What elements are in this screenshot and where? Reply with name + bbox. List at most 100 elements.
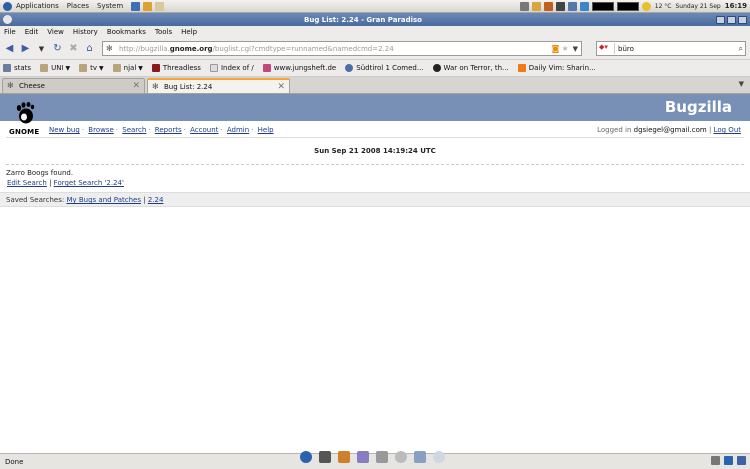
menu-view[interactable]: View: [47, 28, 64, 36]
nav-admin[interactable]: Admin: [227, 126, 249, 134]
search-tool-icon[interactable]: [395, 451, 407, 463]
nav-browse[interactable]: Browse: [88, 126, 114, 134]
places-menu[interactable]: Places: [67, 2, 89, 10]
bugzilla-title[interactable]: Bugzilla: [665, 98, 732, 116]
tab-bug-list[interactable]: ✻ Bug List: 2.24 ✕: [147, 78, 290, 93]
skype-icon[interactable]: [724, 456, 733, 465]
bookmark-folder-uni[interactable]: UNI ▼: [40, 64, 70, 72]
nav-new-bug[interactable]: New bug: [49, 126, 80, 134]
forget-search-link[interactable]: Forget Search '2.24': [54, 179, 124, 187]
folder-icon: [40, 64, 49, 72]
gnome-foot-icon: [16, 102, 35, 124]
bookmark-suedtirol[interactable]: Südtirol 1 Comed...: [345, 64, 424, 72]
tools-status-icon[interactable]: [711, 456, 720, 465]
search-icon[interactable]: ⌕: [739, 44, 743, 54]
bookmark-daily-vim[interactable]: Daily Vim: Sharin...: [517, 64, 596, 72]
bookmark-star-icon[interactable]: ★: [561, 44, 568, 53]
edit-search-link[interactable]: Edit Search: [7, 179, 47, 187]
date-label[interactable]: Sunday 21 Sep: [675, 3, 720, 10]
folder-launcher-icon[interactable]: [143, 1, 153, 11]
system-menu[interactable]: System: [97, 2, 123, 10]
wifi-icon[interactable]: [579, 1, 589, 11]
menu-history[interactable]: History: [73, 28, 98, 36]
menu-bookmarks[interactable]: Bookmarks: [107, 28, 146, 36]
saved-search-2-24[interactable]: 2.24: [148, 196, 164, 204]
menu-edit[interactable]: Edit: [25, 28, 39, 36]
upload-arrow-icon[interactable]: [737, 456, 746, 465]
bookmark-stats[interactable]: stats: [3, 64, 31, 72]
bookmark-war-on-terror[interactable]: War on Terror, th...: [432, 64, 509, 72]
tools-icon[interactable]: [338, 451, 350, 463]
nav-separator: ·: [81, 126, 85, 134]
minimize-button[interactable]: [716, 15, 725, 24]
network-icon[interactable]: [555, 1, 565, 11]
applications-menu[interactable]: Applications: [16, 2, 59, 10]
page-icon: [345, 64, 354, 72]
editor-icon[interactable]: [414, 451, 426, 463]
maximize-button[interactable]: [727, 15, 736, 24]
close-tab-icon[interactable]: ✕: [277, 82, 285, 92]
mixer-icon[interactable]: [433, 451, 445, 463]
volume-icon[interactable]: [567, 1, 577, 11]
url-text[interactable]: http://bugzilla.gnome.org/buglist.cgi?cm…: [119, 45, 550, 53]
bookmark-folder-njal[interactable]: njal ▼: [112, 64, 143, 72]
search-bar[interactable]: ◆▾ büro ⌕: [596, 41, 746, 56]
nav-separator: ·: [148, 126, 151, 134]
firefox-icon[interactable]: [3, 15, 12, 24]
nav-search[interactable]: Search: [122, 126, 146, 134]
bookmark-jungsheft[interactable]: www.jungsheft.de: [262, 64, 337, 72]
bookmark-label: stats: [14, 64, 32, 72]
chat-icon[interactable]: [357, 451, 369, 463]
bookmark-index[interactable]: Index of /: [209, 64, 254, 72]
forward-arrow-icon[interactable]: ▶: [19, 42, 32, 55]
terminal-icon[interactable]: [319, 451, 331, 463]
memory-monitor: [616, 1, 639, 11]
search-input[interactable]: büro: [618, 45, 739, 53]
help-icon[interactable]: [376, 451, 388, 463]
tools-icon[interactable]: [543, 1, 553, 11]
menu-tools[interactable]: Tools: [155, 28, 172, 36]
back-arrow-icon[interactable]: ◀: [3, 42, 16, 55]
gnome-foot-icon[interactable]: [3, 1, 12, 11]
bookmark-threadless[interactable]: Threadless: [151, 64, 201, 72]
bugzilla-header: Bugzilla: [0, 94, 750, 121]
rss-feed-icon[interactable]: ◙: [552, 44, 560, 53]
mail-icon[interactable]: [531, 1, 541, 11]
close-window-button[interactable]: [738, 15, 747, 24]
page-favicon-icon: ✻: [7, 81, 14, 90]
reload-icon[interactable]: ↻: [51, 42, 64, 55]
url-bar[interactable]: ✻ http://bugzilla.gnome.org/buglist.cgi?…: [102, 41, 582, 56]
window-titlebar[interactable]: Bug List: 2.24 - Gran Paradiso: [0, 13, 750, 26]
tab-cheese[interactable]: ✻ Cheese ✕: [2, 78, 145, 93]
close-tab-icon[interactable]: ✕: [132, 81, 140, 91]
bookmark-folder-tv[interactable]: tv ▼: [79, 64, 104, 72]
site-identity-icon[interactable]: ✻: [106, 44, 115, 53]
saved-search-my-bugs[interactable]: My Bugs and Patches: [66, 196, 141, 204]
user-email: dgsiegel@gmail.com: [633, 126, 707, 134]
trash-icon[interactable]: [519, 1, 529, 11]
nav-separator: ·: [220, 126, 223, 134]
gnome-logo[interactable]: GNOME: [9, 102, 45, 138]
nav-help[interactable]: Help: [258, 126, 274, 134]
url-dropdown-icon[interactable]: ▼: [573, 45, 578, 53]
search-engine-icon[interactable]: ◆▾: [599, 43, 615, 54]
menu-file[interactable]: File: [4, 28, 16, 36]
notes-launcher-icon[interactable]: [155, 1, 165, 11]
stop-icon[interactable]: ✖: [67, 42, 80, 55]
web-browser-icon[interactable]: [300, 451, 312, 463]
logged-in-label: Logged in: [597, 126, 632, 134]
history-dropdown-icon[interactable]: ▼: [35, 42, 48, 55]
saved-searches-bar: Saved Searches: My Bugs and Patches | 2.…: [0, 192, 750, 207]
nav-reports[interactable]: Reports: [155, 126, 182, 134]
nav-account[interactable]: Account: [190, 126, 218, 134]
bookmark-label: www.jungsheft.de: [273, 64, 337, 72]
logout-link[interactable]: Log Out: [714, 126, 741, 134]
terminal-launcher-icon[interactable]: [131, 1, 141, 11]
menubar: File Edit View History Bookmarks Tools H…: [0, 26, 750, 38]
clock-label[interactable]: 16:19: [725, 2, 747, 10]
home-icon[interactable]: ⌂: [83, 42, 96, 55]
menu-help[interactable]: Help: [181, 28, 197, 36]
all-tabs-dropdown-icon[interactable]: ▼: [739, 80, 744, 88]
page-icon: [209, 64, 218, 72]
folder-icon: [79, 64, 88, 72]
